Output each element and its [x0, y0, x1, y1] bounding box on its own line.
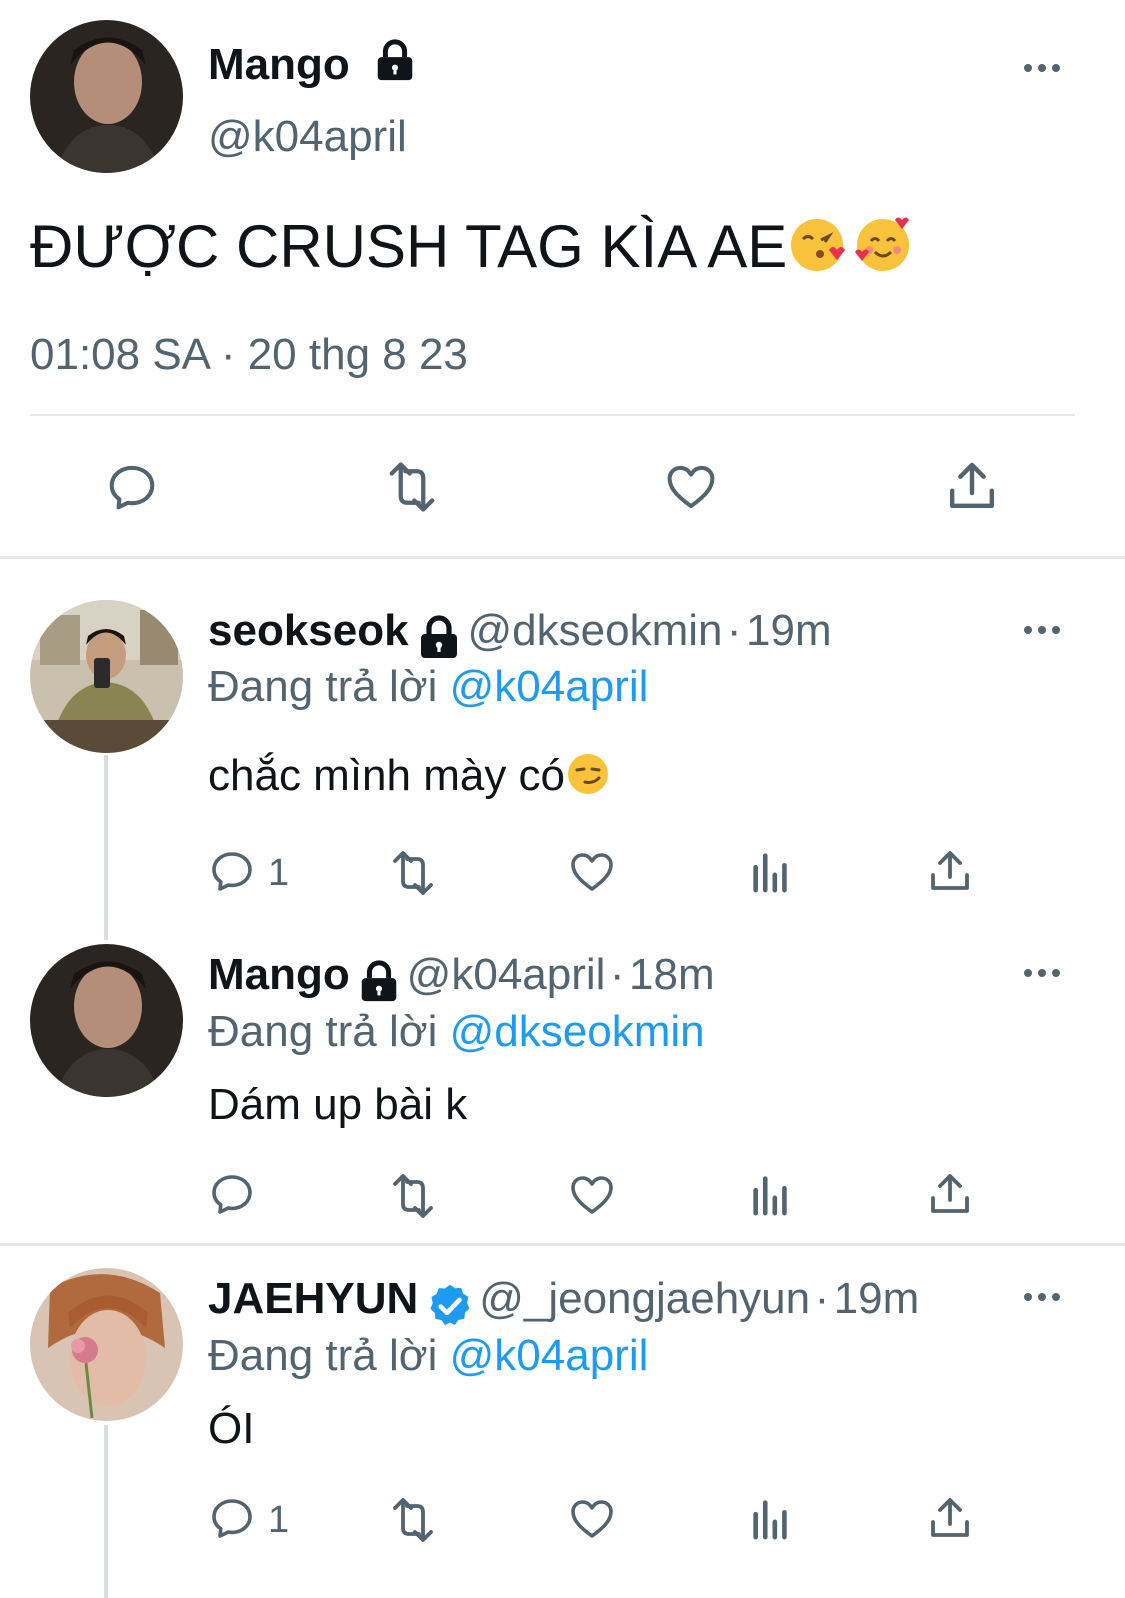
- section-divider: [0, 1243, 1125, 1246]
- share-icon[interactable]: [926, 1494, 974, 1542]
- tweet-timestamp[interactable]: 01:08 SA · 20 thg 8 23: [30, 330, 468, 380]
- separator-dot: ·: [609, 950, 625, 999]
- more-icon[interactable]: [1022, 1287, 1062, 1312]
- lock-icon: [372, 38, 418, 89]
- reply-author-name[interactable]: JAEHYUN: [208, 1274, 418, 1323]
- reply-author-handle[interactable]: @_jeongjaehyun: [479, 1274, 810, 1323]
- more-icon[interactable]: [1022, 963, 1062, 988]
- reply-time[interactable]: 19m: [834, 1274, 920, 1323]
- reply-text: chắc mình mày có: [208, 750, 611, 807]
- replying-to-link[interactable]: @dkseokmin: [450, 1007, 705, 1056]
- kissing-heart-emoji-icon: [787, 214, 847, 288]
- author-name[interactable]: Mango: [208, 40, 350, 90]
- reply-text-content: chắc mình mày có: [208, 751, 566, 801]
- share-icon[interactable]: [926, 1170, 974, 1218]
- replying-to-link[interactable]: @k04april: [450, 662, 649, 711]
- reply-count: 1: [268, 852, 290, 894]
- reply-header: JAEHYUN @_jeongjaehyun · 19m: [208, 1274, 919, 1336]
- reply-avatar-jaehyun[interactable]: [30, 1268, 183, 1421]
- reply-time[interactable]: 18m: [629, 950, 715, 999]
- reply-time[interactable]: 19m: [746, 606, 832, 655]
- views-icon[interactable]: [749, 1495, 793, 1541]
- replying-to-link[interactable]: @k04april: [450, 1331, 649, 1380]
- section-divider: [0, 556, 1125, 559]
- reply-text: ÓI: [208, 1404, 255, 1453]
- more-icon[interactable]: [1022, 58, 1062, 83]
- tweet-text-content: ĐƯỢC CRUSH TAG KÌA AE: [30, 213, 788, 280]
- replying-label: Đang trả lời: [208, 1007, 438, 1056]
- reply-count: 1: [268, 1499, 290, 1541]
- more-icon[interactable]: [1022, 620, 1062, 645]
- replying-to: Đang trả lời @k04april: [208, 1331, 648, 1381]
- reply-icon[interactable]: [208, 1494, 256, 1542]
- share-icon[interactable]: [944, 458, 1000, 514]
- lock-icon: [356, 959, 402, 1010]
- replying-to: Đang trả lời @k04april: [208, 662, 648, 712]
- replying-to: Đang trả lời @dkseokmin: [208, 1007, 705, 1057]
- lock-icon: [415, 614, 463, 667]
- reply-avatar-seokseok[interactable]: [30, 600, 183, 753]
- views-icon[interactable]: [749, 848, 793, 894]
- reply-author-handle[interactable]: @k04april: [407, 950, 606, 999]
- replying-label: Đang trả lời: [208, 662, 438, 711]
- reply-header: Mango @k04april · 18m: [208, 950, 715, 1010]
- retweet-icon[interactable]: [385, 849, 441, 897]
- views-icon[interactable]: [749, 1171, 793, 1217]
- retweet-icon[interactable]: [385, 1496, 441, 1544]
- like-icon[interactable]: [567, 848, 617, 896]
- retweet-icon[interactable]: [380, 460, 444, 514]
- reply-icon[interactable]: [105, 460, 159, 514]
- divider: [30, 414, 1075, 416]
- smiling-hearts-emoji-icon: [853, 214, 913, 288]
- like-icon[interactable]: [567, 1495, 617, 1543]
- separator-dot: ·: [814, 1274, 830, 1323]
- author-avatar[interactable]: [30, 20, 183, 173]
- like-icon[interactable]: [567, 1171, 617, 1219]
- thread-line: [104, 1425, 108, 1598]
- reply-header: seokseok @dkseokmin · 19m: [208, 606, 832, 667]
- reply-author-handle[interactable]: @dkseokmin: [467, 606, 722, 655]
- replying-label: Đang trả lời: [208, 1331, 438, 1380]
- retweet-icon[interactable]: [385, 1172, 441, 1220]
- reply-author-name[interactable]: seokseok: [208, 606, 409, 655]
- like-icon[interactable]: [663, 460, 719, 514]
- reply-text: Dám up bài k: [208, 1080, 468, 1129]
- reply-icon[interactable]: [208, 1170, 256, 1218]
- smirk-emoji-icon: [565, 750, 611, 807]
- author-handle[interactable]: @k04april: [208, 112, 407, 162]
- reply-icon[interactable]: [208, 847, 256, 895]
- verified-badge-icon: [425, 1281, 475, 1336]
- share-icon[interactable]: [926, 847, 974, 895]
- tweet-text: ĐƯỢC CRUSH TAG KÌA AE: [30, 212, 913, 288]
- reply-avatar-mango[interactable]: [30, 944, 183, 1097]
- separator-dot: ·: [726, 606, 742, 655]
- reply-author-name[interactable]: Mango: [208, 950, 350, 999]
- thread-line: [104, 755, 108, 940]
